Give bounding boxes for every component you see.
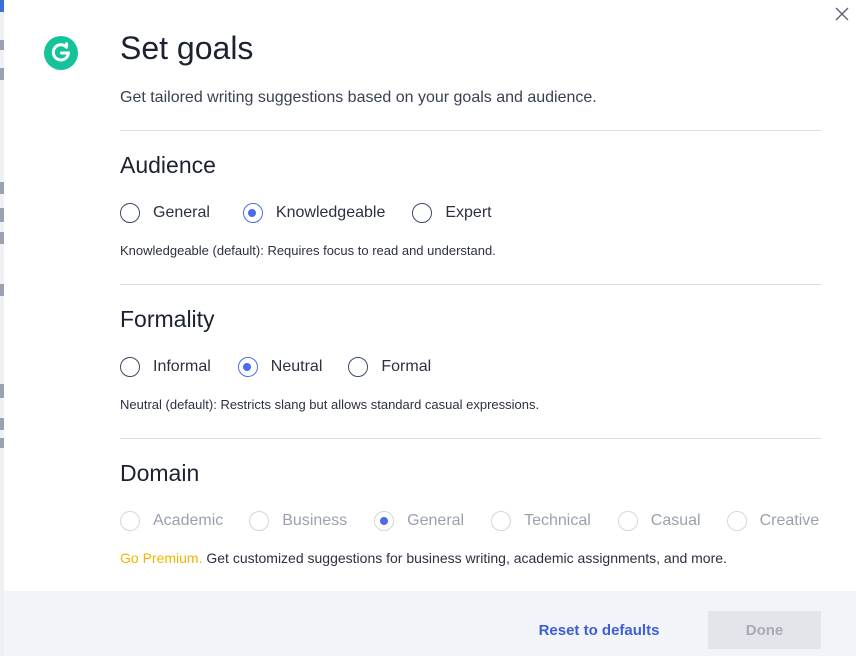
divider	[120, 438, 821, 439]
domain-option-general[interactable]: General	[374, 511, 464, 531]
audience-description-text: Requires focus to read and understand.	[263, 243, 496, 258]
radio-button[interactable]	[120, 511, 140, 531]
audience-option-knowledgeable[interactable]: Knowledgeable	[242, 203, 386, 223]
domain-premium-note: Go Premium. Get customized suggestions f…	[120, 550, 727, 566]
page-subtitle: Get tailored writing suggestions based o…	[120, 89, 597, 106]
domain-title: Domain	[120, 460, 200, 486]
audience-option-general[interactable]: General	[120, 203, 210, 223]
radio-label: Knowledgeable	[275, 204, 386, 221]
formality-description-label: Neutral (default):	[120, 397, 217, 412]
premium-description: Get customized suggestions for business …	[202, 550, 727, 566]
reset-to-defaults-button[interactable]: Reset to defaults	[524, 611, 674, 649]
formality-option-formal[interactable]: Formal	[348, 357, 431, 377]
radio-label: General	[153, 204, 210, 221]
radio-label: Creative	[759, 512, 820, 529]
formality-title: Formality	[120, 306, 215, 332]
divider	[120, 130, 821, 131]
page-title: Set goals	[120, 30, 254, 66]
formality-option-neutral[interactable]: Neutral	[237, 357, 323, 377]
close-button[interactable]	[834, 6, 850, 22]
radio-button[interactable]	[412, 203, 433, 223]
audience-option-expert[interactable]: Expert	[412, 203, 492, 223]
domain-option-casual[interactable]: Casual	[617, 511, 701, 531]
radio-button[interactable]	[726, 511, 747, 531]
dialog-footer: Reset to defaults Done	[4, 591, 856, 656]
formality-description: Neutral (default): Restricts slang but a…	[120, 397, 539, 412]
formality-option-informal[interactable]: Informal	[120, 357, 211, 377]
grammarly-logo	[44, 36, 78, 70]
background-window-edge	[0, 0, 4, 656]
radio-button[interactable]	[120, 357, 140, 377]
grammarly-g-icon	[44, 36, 78, 70]
done-button[interactable]: Done	[708, 611, 821, 649]
radio-label: Formal	[381, 358, 432, 375]
domain-options: Academic Business General Technical Casu…	[120, 508, 819, 534]
radio-label: General	[407, 512, 465, 529]
radio-button[interactable]	[348, 357, 369, 377]
radio-button[interactable]	[120, 203, 140, 223]
radio-button[interactable]	[237, 357, 258, 377]
domain-option-creative[interactable]: Creative	[726, 511, 820, 531]
radio-label: Informal	[153, 358, 211, 375]
radio-label: Casual	[650, 512, 701, 529]
radio-button[interactable]	[242, 203, 263, 223]
radio-label: Business	[282, 512, 348, 529]
radio-label: Academic	[153, 512, 224, 529]
domain-option-business[interactable]: Business	[249, 511, 347, 531]
formality-description-text: Restricts slang but allows standard casu…	[216, 397, 540, 412]
radio-label: Technical	[524, 512, 591, 529]
domain-option-technical[interactable]: Technical	[491, 511, 591, 531]
audience-options: General Knowledgeable Expert	[120, 200, 492, 226]
radio-label: Expert	[445, 204, 492, 221]
go-premium-link[interactable]: Go Premium.	[120, 550, 202, 566]
formality-options: Informal Neutral Formal	[120, 354, 431, 380]
radio-button[interactable]	[249, 511, 270, 531]
audience-description-label: Knowledgeable (default):	[120, 243, 264, 258]
radio-button[interactable]	[374, 511, 395, 531]
radio-button[interactable]	[617, 511, 638, 531]
audience-description: Knowledgeable (default): Requires focus …	[120, 243, 496, 258]
domain-option-academic[interactable]: Academic	[120, 511, 223, 531]
close-icon	[835, 7, 849, 21]
divider	[120, 284, 821, 285]
radio-label: Neutral	[270, 358, 323, 375]
radio-button[interactable]	[491, 511, 512, 531]
audience-title: Audience	[120, 152, 216, 178]
